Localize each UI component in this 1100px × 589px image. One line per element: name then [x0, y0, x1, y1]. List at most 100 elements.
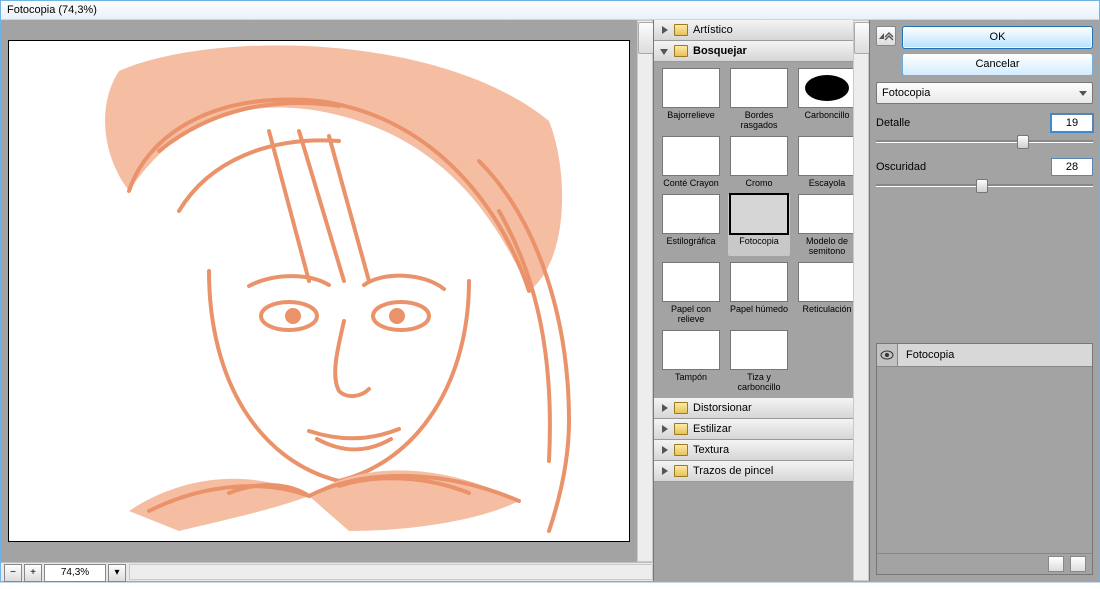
thumb-preview: [662, 262, 720, 302]
expand-icon: [660, 404, 669, 413]
category-trazos[interactable]: Trazos de pincel: [654, 461, 853, 482]
thumb-label: Tiza y carboncillo: [728, 372, 790, 392]
filter-thumb-carboncillo[interactable]: Carboncillo: [796, 68, 853, 130]
chevron-down-icon: ▾: [114, 568, 119, 578]
category-distorsionar[interactable]: Distorsionar: [654, 398, 853, 419]
category-estilizar[interactable]: Estilizar: [654, 419, 853, 440]
filter-select[interactable]: Fotocopia: [876, 82, 1093, 104]
thumb-preview: [730, 68, 788, 108]
thumb-preview: [662, 68, 720, 108]
thumb-preview: [662, 330, 720, 370]
thumb-label: Modelo de semitono: [796, 236, 853, 256]
window-title: Fotocopia (74,3%): [7, 4, 97, 16]
thumb-preview: [730, 262, 788, 302]
filter-select-value: Fotocopia: [882, 87, 930, 99]
titlebar[interactable]: Fotocopia (74,3%): [1, 1, 1099, 20]
cancel-button[interactable]: Cancelar: [902, 53, 1093, 76]
horizontal-scrollbar[interactable]: [129, 564, 653, 580]
double-chevron-up-icon: [884, 31, 894, 41]
effect-layer-name: Fotocopia: [898, 344, 1092, 366]
thumb-label: Escayola: [809, 178, 846, 188]
expand-icon: [660, 425, 669, 434]
effect-layers-panel: Fotocopia: [876, 343, 1093, 575]
category-label: Artístico: [693, 24, 733, 36]
new-effect-layer-button[interactable]: [1048, 556, 1064, 572]
thumb-label: Conté Crayon: [663, 178, 719, 188]
filter-thumb-papel-húmedo[interactable]: Papel húmedo: [728, 262, 790, 324]
folder-icon: [674, 24, 688, 36]
slider-label: Detalle: [876, 117, 910, 129]
thumb-label: Papel con relieve: [660, 304, 722, 324]
thumb-label: Cromo: [745, 178, 772, 188]
filter-thumb-tiza-y-carboncillo[interactable]: Tiza y carboncillo: [728, 330, 790, 392]
filter-thumb-bajorrelieve[interactable]: Bajorrelieve: [660, 68, 722, 130]
thumb-preview: [662, 136, 720, 176]
effect-layer[interactable]: Fotocopia: [877, 344, 1092, 367]
thumb-preview: [798, 68, 853, 108]
filter-thumb-bordes-rasgados[interactable]: Bordes rasgados: [728, 68, 790, 130]
oscuridad-input[interactable]: 28: [1051, 158, 1093, 176]
folder-icon: [674, 423, 688, 435]
thumb-label: Bordes rasgados: [728, 110, 790, 130]
thumb-label: Tampón: [675, 372, 707, 382]
detalle-slider[interactable]: [876, 134, 1093, 148]
thumb-preview: [662, 194, 720, 234]
thumb-preview: [730, 330, 788, 370]
zoom-out-button[interactable]: −: [4, 564, 22, 582]
zoom-dropdown-button[interactable]: ▾: [108, 564, 126, 582]
preview-viewport[interactable]: [1, 20, 637, 562]
plus-icon: +: [30, 568, 36, 578]
filter-thumb-conté-crayon[interactable]: Conté Crayon: [660, 136, 722, 188]
oscuridad-slider[interactable]: [876, 178, 1093, 192]
delete-effect-layer-button[interactable]: [1070, 556, 1086, 572]
category-label: Bosquejar: [693, 45, 747, 57]
filter-thumb-reticulación[interactable]: Reticulación: [796, 262, 853, 324]
preview-canvas: [8, 40, 630, 542]
folder-icon: [674, 465, 688, 477]
filter-thumb-fotocopia[interactable]: Fotocopia: [728, 194, 790, 256]
thumb-label: Fotocopia: [739, 236, 779, 246]
thumb-label: Bajorrelieve: [667, 110, 715, 120]
thumb-preview: [730, 136, 788, 176]
thumb-label: Estilográfica: [666, 236, 715, 246]
filter-thumb-cromo[interactable]: Cromo: [728, 136, 790, 188]
folder-icon: [674, 402, 688, 414]
minus-icon: −: [10, 568, 16, 578]
category-bosquejar[interactable]: Bosquejar: [654, 41, 853, 62]
collapse-icon: [660, 47, 669, 56]
expand-icon: [660, 446, 669, 455]
slider-label: Oscuridad: [876, 161, 926, 173]
filter-settings-panel: OK Cancelar Fotocopia Detalle 19 Oscurid…: [870, 20, 1099, 581]
expand-icon: [660, 26, 669, 35]
category-textura[interactable]: Textura: [654, 440, 853, 461]
thumb-label: Reticulación: [802, 304, 851, 314]
thumb-label: Papel húmedo: [730, 304, 788, 314]
expand-icon: [660, 467, 669, 476]
visibility-toggle[interactable]: [877, 344, 898, 366]
vertical-scrollbar[interactable]: [637, 20, 653, 562]
detalle-input[interactable]: 19: [1051, 114, 1093, 132]
collapse-panel-button[interactable]: [876, 26, 896, 46]
category-artistico[interactable]: Artístico: [654, 20, 853, 41]
category-label: Trazos de pincel: [693, 465, 773, 477]
thumb-label: Carboncillo: [804, 110, 849, 120]
filter-thumb-modelo-de-semitono[interactable]: Modelo de semitono: [796, 194, 853, 256]
bottom-spacer: [0, 582, 1100, 589]
preview-panel: − + 74,3% ▾: [1, 20, 654, 581]
slider-detalle: Detalle 19: [876, 114, 1093, 148]
filter-gallery-dialog: Fotocopia (74,3%): [0, 0, 1100, 582]
category-label: Distorsionar: [693, 402, 752, 414]
zoom-field[interactable]: 74,3%: [44, 564, 106, 582]
zoom-in-button[interactable]: +: [24, 564, 42, 582]
vertical-scrollbar[interactable]: [853, 20, 869, 581]
eye-icon: [880, 350, 894, 360]
preview-image: [9, 41, 629, 541]
filter-thumb-papel-con-relieve[interactable]: Papel con relieve: [660, 262, 722, 324]
ok-button[interactable]: OK: [902, 26, 1093, 49]
filter-categories-panel: Artístico Bosquejar Bajorrelieve Bordes r…: [654, 20, 870, 581]
filter-thumb-escayola[interactable]: Escayola: [796, 136, 853, 188]
filter-thumb-estilográfica[interactable]: Estilográfica: [660, 194, 722, 256]
category-label: Textura: [693, 444, 729, 456]
filter-thumb-tampón[interactable]: Tampón: [660, 330, 722, 392]
thumb-preview: [798, 262, 853, 302]
